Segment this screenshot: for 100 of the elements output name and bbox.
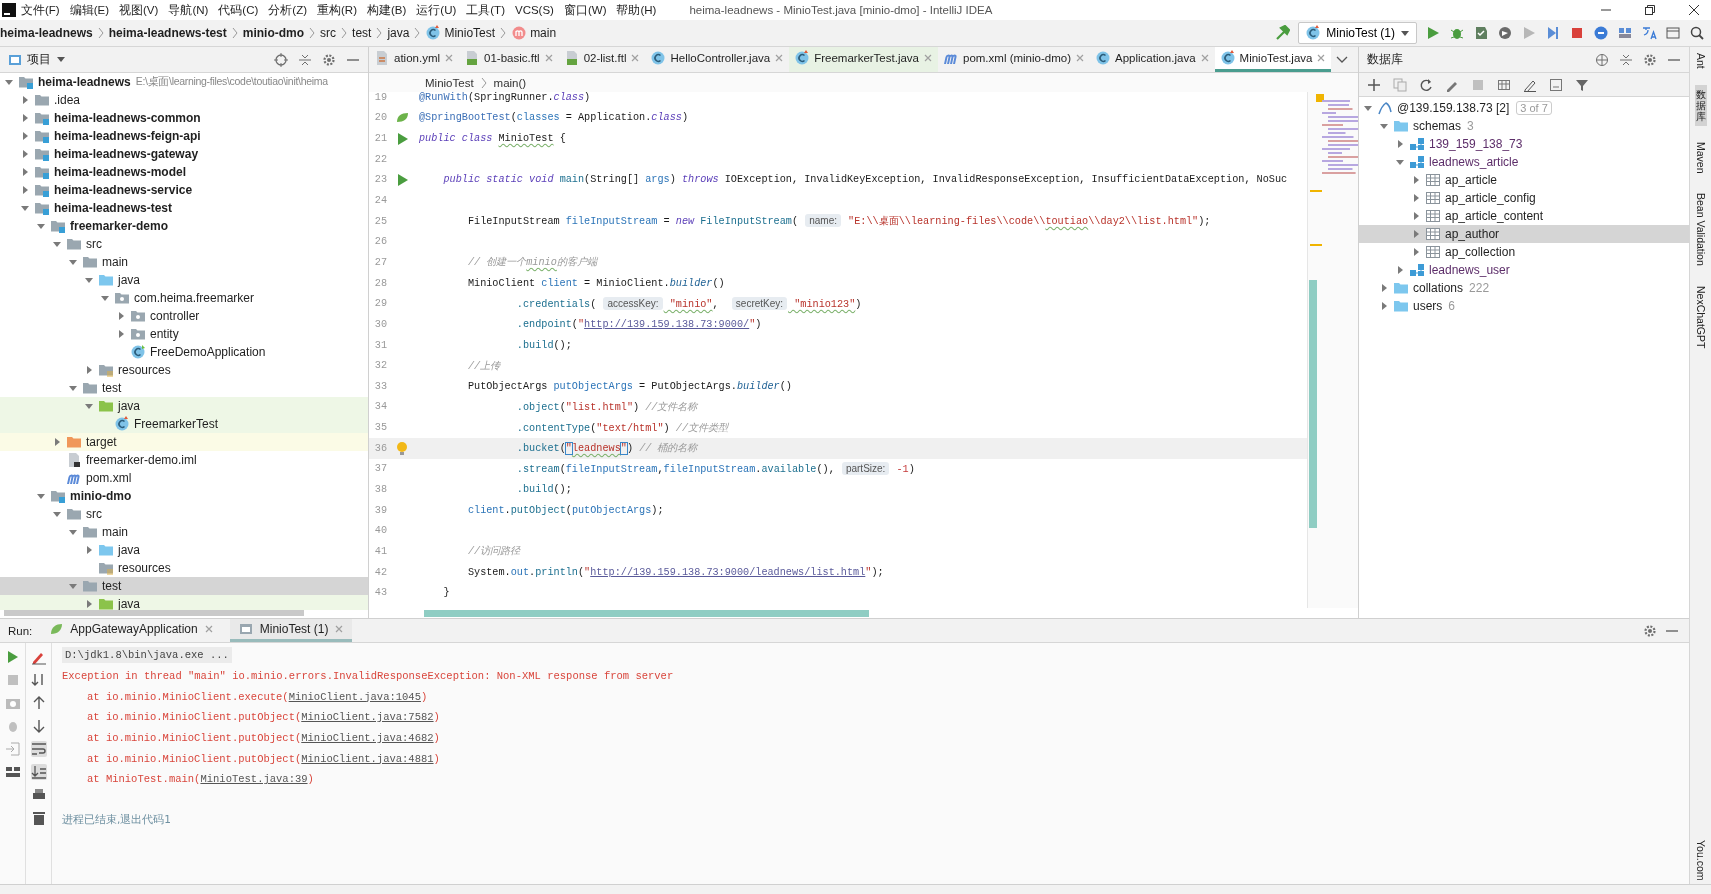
run-tab[interactable]: AppGatewayApplication xyxy=(40,619,222,642)
tool-window-tab[interactable]: NexChatGPT xyxy=(1693,282,1708,353)
collapse-all-icon[interactable] xyxy=(298,52,312,67)
collapsed-arrow-icon[interactable] xyxy=(52,437,62,447)
close-icon[interactable] xyxy=(1687,4,1701,16)
collapsed-arrow-icon[interactable] xyxy=(84,365,94,375)
menu-item[interactable]: 分析(Z) xyxy=(263,2,312,18)
locate-icon[interactable] xyxy=(274,52,288,67)
filter-icon[interactable] xyxy=(1575,77,1589,92)
trash-icon[interactable] xyxy=(30,810,47,826)
collapsed-arrow-icon[interactable] xyxy=(84,599,94,609)
tree-item[interactable]: freemarker-demo xyxy=(0,217,368,235)
warning-marker-icon[interactable] xyxy=(1310,190,1322,192)
tool-window-tab[interactable]: You.com xyxy=(1693,835,1708,884)
tool-window-tab[interactable]: Ant xyxy=(1693,49,1708,73)
tree-item[interactable]: heima-leadnews-service xyxy=(0,181,368,199)
menu-item[interactable]: 重构(R) xyxy=(312,2,362,18)
search-icon[interactable] xyxy=(1689,25,1705,41)
tree-item[interactable]: heima-leadnews-feign-api xyxy=(0,127,368,145)
tree-item[interactable]: heima-leadnews-common xyxy=(0,109,368,127)
console-icon[interactable] xyxy=(1549,77,1563,92)
breadcrumb-item[interactable]: java xyxy=(387,26,410,40)
breadcrumb-item[interactable]: src xyxy=(320,26,337,40)
tree-item[interactable]: collations 222 xyxy=(1359,279,1689,297)
tree-item[interactable]: heima-leadnews-test xyxy=(0,199,368,217)
tree-item[interactable]: test xyxy=(0,577,368,595)
tool-window-tab[interactable]: Bean Validation xyxy=(1693,189,1708,271)
console-link[interactable]: MinioClient.java:7582 xyxy=(301,711,434,724)
refresh-icon[interactable] xyxy=(1419,77,1433,92)
tree-item[interactable]: target xyxy=(0,433,368,451)
tree-item[interactable]: FreemarkerTest xyxy=(0,415,368,433)
console-link[interactable]: MinioClient.java:4682 xyxy=(301,731,434,744)
add-icon[interactable] xyxy=(1367,77,1381,92)
tree-item[interactable]: .idea xyxy=(0,91,368,109)
settings-icon[interactable] xyxy=(1643,623,1657,638)
menu-item[interactable]: 代码(C) xyxy=(213,2,264,18)
run-icon[interactable] xyxy=(395,172,410,188)
table-icon[interactable] xyxy=(1497,77,1511,92)
breadcrumb-item[interactable]: heima-leadnews xyxy=(0,26,93,40)
warning-marker-icon[interactable] xyxy=(1316,94,1324,102)
tree-item[interactable]: com.heima.freemarker xyxy=(0,289,368,307)
console-link[interactable]: MinioClient.java:4881 xyxy=(301,752,434,765)
settings-icon[interactable] xyxy=(322,52,336,67)
tree-item[interactable]: ap_author xyxy=(1359,225,1689,243)
scroll-to-end-icon[interactable] xyxy=(30,764,47,780)
restore-icon[interactable] xyxy=(1643,4,1657,16)
breadcrumb-item[interactable]: MinioTest xyxy=(425,76,474,89)
console-link[interactable]: MinioTest.java:39 xyxy=(200,773,308,786)
editor-tab[interactable]: ation.yml xyxy=(369,47,460,72)
scrollbar-thumb[interactable] xyxy=(4,610,304,616)
tree-item[interactable]: src xyxy=(0,505,368,523)
menu-item[interactable]: VCS(S) xyxy=(509,4,559,16)
tree-item[interactable]: leadnews_article xyxy=(1359,153,1689,171)
tree-item[interactable]: FreeDemoApplication xyxy=(0,343,368,361)
soft-wrap-icon[interactable] xyxy=(30,741,47,757)
hammer-icon[interactable] xyxy=(1274,25,1291,41)
tree-item[interactable]: schemas 3 xyxy=(1359,117,1689,135)
tree-item[interactable]: main xyxy=(0,523,368,541)
stop-icon[interactable] xyxy=(1569,25,1585,41)
expanded-arrow-icon[interactable] xyxy=(4,77,14,87)
tree-item[interactable]: java xyxy=(0,271,368,289)
menu-item[interactable]: 视图(V) xyxy=(114,2,164,18)
translate-icon[interactable] xyxy=(1641,25,1657,41)
rerun-icon[interactable] xyxy=(1545,25,1561,41)
editor-tab[interactable]: 01-basic.ftl xyxy=(459,47,559,72)
warning-marker-icon[interactable] xyxy=(1310,244,1322,246)
panel-title-dropdown[interactable]: 项目 xyxy=(8,51,66,68)
tree-item[interactable]: java xyxy=(0,595,368,610)
tree-item[interactable]: controller xyxy=(0,307,368,325)
layout-icon[interactable] xyxy=(4,764,21,780)
expanded-arrow-icon[interactable] xyxy=(68,581,78,591)
coverage-icon[interactable] xyxy=(1473,25,1489,41)
tree-item[interactable]: minio-dmo xyxy=(0,487,368,505)
profile-icon[interactable] xyxy=(1497,25,1513,41)
tree-item[interactable]: java xyxy=(0,541,368,559)
tree-item[interactable]: leadnews_user xyxy=(1359,261,1689,279)
editor-tab[interactable]: HelloController.java xyxy=(645,47,790,72)
breadcrumb-item[interactable]: heima-leadnews-test xyxy=(108,26,227,40)
tree-item[interactable]: src xyxy=(0,235,368,253)
light-bulb-icon[interactable] xyxy=(395,440,409,456)
settings-icon[interactable] xyxy=(1643,52,1657,67)
editor-tab[interactable]: MinioTest.java xyxy=(1214,47,1332,72)
tree-item[interactable]: resources xyxy=(0,361,368,379)
run-icon[interactable] xyxy=(1425,25,1441,41)
breadcrumb-item[interactable]: minio-dmo xyxy=(242,26,305,40)
editor-tab[interactable]: Application.java xyxy=(1090,47,1215,72)
tree-item[interactable]: ap_article_content xyxy=(1359,207,1689,225)
window-icon[interactable] xyxy=(1665,25,1681,41)
menu-item[interactable]: 导航(N) xyxy=(163,2,214,18)
editor-tab[interactable]: 02-list.ftl xyxy=(558,47,646,72)
expanded-arrow-icon[interactable] xyxy=(1395,157,1405,167)
collapse-all-icon[interactable] xyxy=(1619,52,1633,67)
menu-item[interactable]: 构建(B) xyxy=(361,2,412,18)
tree-item[interactable]: heima-leadnews-gateway xyxy=(0,145,368,163)
tree-item[interactable]: ap_article_config xyxy=(1359,189,1689,207)
tree-item[interactable]: ap_collection xyxy=(1359,243,1689,261)
tree-item[interactable]: users 6 xyxy=(1359,297,1689,315)
tool-window-tab[interactable]: 数据库 xyxy=(1694,84,1707,126)
console-link[interactable]: MinioClient.java:1045 xyxy=(288,690,421,703)
menu-item[interactable]: 工具(T) xyxy=(461,2,510,18)
